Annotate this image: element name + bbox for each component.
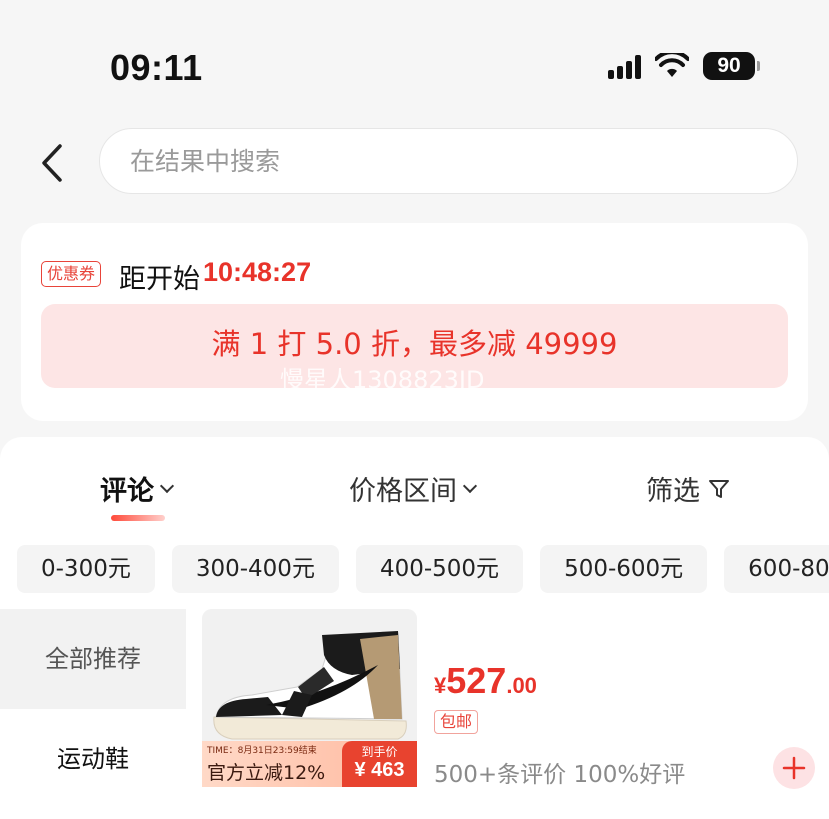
final-price-box: 到手价 ¥ 463 [342,741,417,787]
product-price: ¥527.00 [434,660,537,702]
price-decimal: .00 [506,673,537,698]
sidebar-item-sneakers[interactable]: 运动鞋 [0,709,186,809]
battery-icon: 90 [703,52,760,80]
coupon-badge: 优惠券 [41,261,102,287]
page: 09:11 90 优惠券 距开始 10:48:27 满 1 打 5.0 折，最多… [0,0,829,819]
price-chip[interactable]: 400-500元 [355,545,524,593]
promo-label: 官方立减12% [207,762,326,784]
tab-price-range[interactable]: 价格区间 [349,469,478,508]
price-integer: 527 [446,660,507,701]
add-to-cart-button[interactable] [773,747,815,789]
chevron-down-icon [462,478,478,493]
signal-icon [608,53,641,79]
price-chip[interactable]: 600-800元 [724,545,829,593]
tab-filter[interactable]: 筛选 [646,469,730,508]
price-chip-row: 0-300元 300-400元 400-500元 500-600元 600-80… [17,545,829,593]
category-sidebar: 全部推荐 运动鞋 [0,609,186,819]
tab-reviews-label: 评论 [100,476,154,507]
sidebar-item-all[interactable]: 全部推荐 [0,609,186,709]
status-time: 09:11 [110,47,203,88]
search-input[interactable] [130,146,797,176]
tab-filter-label: 筛选 [646,476,700,507]
countdown-time: 10:48:27 [203,257,312,287]
active-tab-indicator [111,515,165,521]
status-icons: 90 [608,52,760,80]
final-price-caption: 到手价 [361,745,398,759]
watermark-text: 慢星人1308823JD [280,366,485,394]
promo-strip: TIME：8月31日23:59结束 官方立减12% 到手价 ¥ 463 [202,741,417,787]
tab-reviews[interactable]: 评论 [100,469,175,508]
wifi-icon [655,53,689,77]
chevron-down-icon [159,478,175,493]
final-price: ¥ 463 [354,759,405,781]
search-box[interactable] [99,128,798,194]
filter-icon [709,479,729,498]
countdown-label: 距开始 [119,264,200,295]
back-button[interactable] [36,140,72,186]
review-summary: 500+条评价 100%好评 [434,762,686,788]
free-shipping-badge: 包邮 [434,710,479,734]
promo-time: TIME：8月31日23:59结束 [207,746,317,756]
tab-price-range-label: 价格区间 [349,476,457,507]
plus-icon [782,756,806,780]
price-chip[interactable]: 500-600元 [540,545,708,593]
price-currency: ¥ [434,673,447,698]
price-chip[interactable]: 300-400元 [171,545,339,593]
price-chip[interactable]: 0-300元 [17,545,155,593]
